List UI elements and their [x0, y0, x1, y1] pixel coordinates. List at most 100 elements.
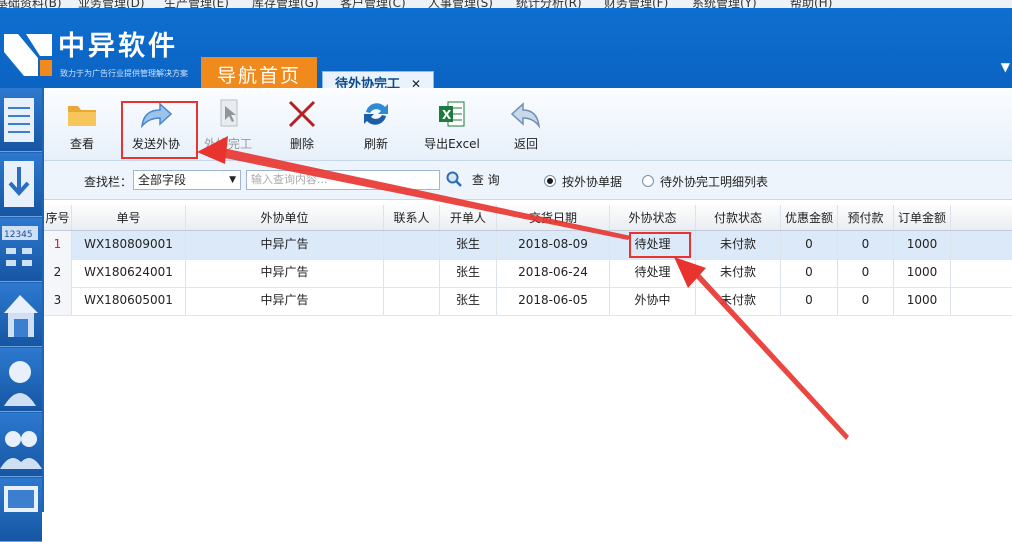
col-header[interactable]: 优惠金额	[781, 205, 838, 230]
toolbar: 查看 发送外协 外协完工 删除 刷新 X 导出Excel 返回	[44, 88, 1012, 161]
svg-text:12345: 12345	[4, 230, 33, 240]
radio-checked-icon	[544, 175, 556, 187]
col-header[interactable]: 交货日期	[497, 205, 610, 230]
col-header[interactable]: 订单金额	[894, 205, 951, 230]
back-arrow-icon	[510, 102, 541, 129]
creator: 张生	[440, 287, 497, 315]
warehouse-icon	[4, 295, 38, 337]
row-number: 1	[44, 231, 72, 259]
order-no: WX180605001	[72, 287, 186, 315]
chevron-down-icon: ▼	[229, 175, 236, 185]
folder-icon	[68, 106, 96, 126]
radio-by-document[interactable]: 按外协单据	[544, 173, 622, 190]
menu-production[interactable]: 生产管理(E)	[164, 0, 229, 8]
nav-import[interactable]	[0, 153, 42, 217]
menu-help[interactable]: 帮助(H)	[790, 0, 832, 8]
payment-status: 未付款	[696, 259, 781, 287]
export-excel-button[interactable]: X 导出Excel	[422, 98, 482, 158]
search-bar: 查找栏： 全部字段 ▼ 输入查询内容... 查 询 按外协单据 待外协完工明细列…	[44, 161, 1012, 200]
nav-documents[interactable]	[0, 88, 42, 152]
contact	[384, 287, 440, 315]
document-icon	[4, 98, 34, 142]
delivery-date: 2018-06-05	[497, 287, 610, 315]
menu-bar: 基础资料(B) 业务管理(D) 生产管理(E) 库存管理(G) 客户管理(C) …	[0, 0, 1012, 8]
menu-hr[interactable]: 人事管理(S)	[428, 0, 493, 8]
refresh-icon	[364, 103, 388, 125]
order-no: WX180624001	[72, 259, 186, 287]
table-row[interactable]: 1 WX180809001 中异广告 张生 2018-08-09 待处理 未付款…	[44, 231, 1012, 260]
delivery-date: 2018-08-09	[497, 231, 610, 259]
user-icon	[4, 361, 36, 406]
contact	[384, 259, 440, 287]
delivery-date: 2018-06-24	[497, 259, 610, 287]
prepaid: 0	[838, 231, 894, 259]
payment-status: 未付款	[696, 231, 781, 259]
vendor: 中异广告	[186, 231, 384, 259]
creator: 张生	[440, 231, 497, 259]
menu-basic[interactable]: 基础资料(B)	[0, 0, 62, 8]
table-header: 序号 单号 外协单位 联系人 开单人 交货日期 外协状态 付款状态 优惠金额 预…	[44, 205, 1012, 231]
left-nav: 12345	[0, 88, 44, 542]
discount: 0	[781, 287, 838, 315]
field-select[interactable]: 全部字段 ▼	[133, 170, 241, 190]
order-amount: 1000	[894, 259, 951, 287]
creator: 张生	[440, 259, 497, 287]
query-button[interactable]: 查 询	[446, 171, 500, 188]
chevron-down-icon[interactable]: ▼	[1001, 60, 1010, 74]
row-number: 3	[44, 287, 72, 315]
contact	[384, 231, 440, 259]
nav-customer[interactable]	[0, 348, 42, 412]
delete-button[interactable]: 删除	[282, 98, 322, 158]
vendor: 中异广告	[186, 259, 384, 287]
discount: 0	[781, 259, 838, 287]
brand-name: 中异软件	[58, 31, 178, 62]
search-input[interactable]: 输入查询内容...	[246, 170, 440, 190]
search-icon	[446, 171, 462, 187]
col-header[interactable]: 外协状态	[610, 205, 696, 230]
col-header[interactable]: 联系人	[384, 205, 440, 230]
nav-staff[interactable]	[0, 413, 42, 477]
col-header[interactable]: 单号	[72, 205, 186, 230]
delete-x-icon	[288, 100, 316, 128]
menu-finance[interactable]: 财务管理(F)	[604, 0, 668, 8]
nav-warehouse[interactable]	[0, 283, 42, 347]
radio-detail-list[interactable]: 待外协完工明细列表	[642, 173, 768, 190]
table-row[interactable]: 2 WX180624001 中异广告 张生 2018-06-24 待处理 未付款…	[44, 259, 1012, 288]
menu-business[interactable]: 业务管理(D)	[78, 0, 145, 8]
calculator-icon: 12345	[2, 226, 38, 266]
refresh-button[interactable]: 刷新	[356, 98, 396, 158]
highlight-send-button	[121, 101, 198, 159]
brand-slogan: 致力于为广告行业提供管理解决方案	[60, 69, 188, 78]
svg-text:X: X	[442, 108, 452, 122]
search-label: 查找栏：	[84, 175, 133, 189]
order-amount: 1000	[894, 287, 951, 315]
col-header[interactable]: 付款状态	[696, 205, 781, 230]
col-header[interactable]: 预付款	[838, 205, 894, 230]
payment-status: 未付款	[696, 287, 781, 315]
nav-report[interactable]	[0, 478, 42, 542]
col-header[interactable]: 序号	[44, 205, 72, 230]
menu-system[interactable]: 系统管理(Y)	[692, 0, 757, 8]
vendor: 中异广告	[186, 287, 384, 315]
logo-icon	[4, 34, 52, 76]
cursor-icon	[220, 99, 238, 127]
app-header: 中异软件 致力于为广告行业提供管理解决方案 导航首页 待外协完工 ✕ ▼	[0, 8, 1012, 96]
menu-customer[interactable]: 客户管理(C)	[340, 0, 406, 8]
table-row[interactable]: 3 WX180605001 中异广告 张生 2018-06-05 外协中 未付款…	[44, 287, 1012, 316]
highlight-status-cell	[629, 232, 691, 258]
order-no: WX180809001	[72, 231, 186, 259]
col-header[interactable]: 外协单位	[186, 205, 384, 230]
prepaid: 0	[838, 287, 894, 315]
complete-outsource-button[interactable]: 外协完工	[202, 98, 254, 158]
monitor-icon	[4, 486, 38, 512]
col-header[interactable]: 开单人	[440, 205, 497, 230]
outsource-status: 外协中	[610, 287, 696, 315]
download-icon	[4, 161, 34, 207]
view-button[interactable]: 查看	[62, 98, 102, 158]
discount: 0	[781, 231, 838, 259]
menu-inventory[interactable]: 库存管理(G)	[252, 0, 319, 8]
menu-stats[interactable]: 统计分析(R)	[516, 0, 582, 8]
nav-calculator[interactable]: 12345	[0, 218, 42, 282]
main-content: 查看 发送外协 外协完工 删除 刷新 X 导出Excel 返回 查找栏： 全部字…	[44, 88, 1012, 512]
back-button[interactable]: 返回	[506, 98, 546, 158]
